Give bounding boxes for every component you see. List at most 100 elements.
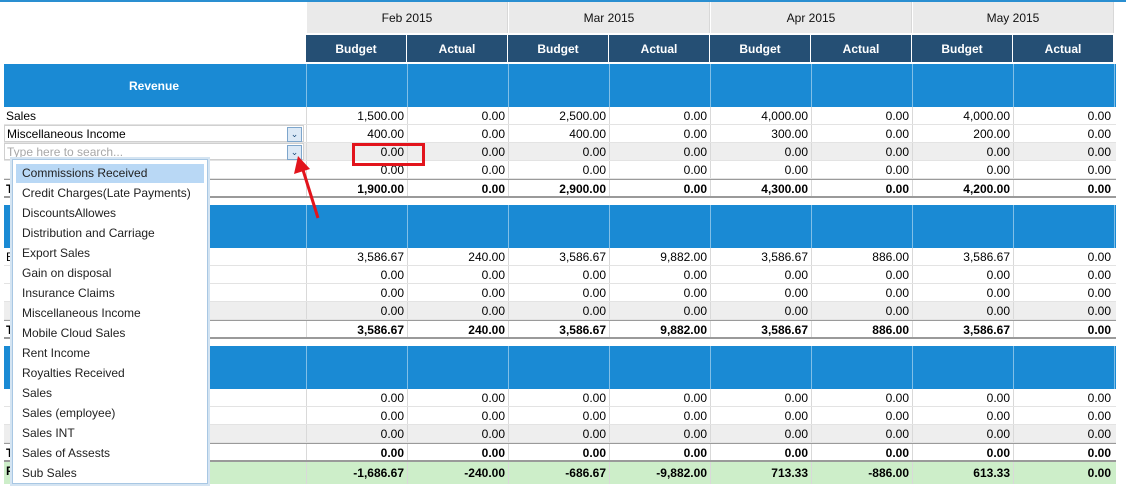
amount-cell[interactable]: 0.00 — [609, 407, 710, 424]
amount-cell[interactable]: 0.00 — [710, 407, 811, 424]
amount-cell[interactable]: 3,586.67 — [306, 248, 407, 265]
amount-cell[interactable]: 0.00 — [1013, 462, 1114, 484]
amount-cell[interactable]: 0.00 — [407, 125, 508, 142]
budget-column-header[interactable]: Budget — [912, 35, 1013, 62]
amount-cell[interactable]: 0.00 — [811, 407, 912, 424]
amount-cell[interactable]: 0.00 — [1013, 161, 1114, 178]
amount-cell[interactable]: 0.00 — [811, 143, 912, 160]
amount-cell[interactable]: 3,586.67 — [710, 248, 811, 265]
amount-cell[interactable]: 9,882.00 — [609, 248, 710, 265]
amount-cell[interactable]: 0.00 — [1013, 284, 1114, 301]
amount-cell[interactable]: 0.00 — [407, 425, 508, 442]
amount-cell[interactable]: 0.00 — [508, 143, 609, 160]
amount-cell[interactable]: 0.00 — [1013, 266, 1114, 283]
amount-cell[interactable]: 713.33 — [710, 462, 811, 484]
amount-cell[interactable]: 0.00 — [609, 444, 710, 460]
amount-cell[interactable]: 0.00 — [407, 302, 508, 319]
amount-cell[interactable]: 0.00 — [710, 302, 811, 319]
dropdown-option[interactable]: Sales (employee) — [16, 404, 204, 423]
amount-cell[interactable]: 240.00 — [407, 248, 508, 265]
amount-cell[interactable]: 0.00 — [306, 444, 407, 460]
amount-cell[interactable]: 0.00 — [508, 284, 609, 301]
actual-column-header[interactable]: Actual — [407, 35, 508, 62]
amount-cell[interactable]: 0.00 — [912, 143, 1013, 160]
amount-cell[interactable]: 0.00 — [811, 266, 912, 283]
amount-cell[interactable]: 0.00 — [811, 161, 912, 178]
amount-cell[interactable]: 0.00 — [508, 266, 609, 283]
amount-cell[interactable]: 0.00 — [912, 389, 1013, 406]
amount-cell[interactable]: 0.00 — [1013, 143, 1114, 160]
dropdown-option[interactable]: Sales — [16, 384, 204, 403]
amount-cell[interactable]: 0.00 — [407, 284, 508, 301]
amount-cell[interactable]: -240.00 — [407, 462, 508, 484]
budget-column-header[interactable]: Budget — [508, 35, 609, 62]
amount-cell[interactable]: 300.00 — [710, 125, 811, 142]
dropdown-option[interactable]: DiscountsAllowes — [16, 204, 204, 223]
amount-cell[interactable]: 200.00 — [912, 125, 1013, 142]
amount-cell[interactable]: 0.00 — [912, 266, 1013, 283]
amount-cell[interactable]: 0.00 — [407, 180, 508, 196]
amount-cell[interactable]: 0.00 — [912, 302, 1013, 319]
amount-cell[interactable]: 9,882.00 — [609, 321, 710, 337]
amount-cell[interactable]: 1,900.00 — [306, 180, 407, 196]
amount-cell[interactable]: 0.00 — [811, 302, 912, 319]
amount-cell[interactable]: 0.00 — [811, 125, 912, 142]
amount-cell[interactable]: 0.00 — [306, 302, 407, 319]
amount-cell[interactable]: 0.00 — [407, 389, 508, 406]
amount-cell[interactable]: 3,586.67 — [508, 248, 609, 265]
amount-cell[interactable]: 0.00 — [508, 425, 609, 442]
amount-cell[interactable]: 0.00 — [912, 444, 1013, 460]
amount-cell[interactable]: 1,500.00 — [306, 107, 407, 124]
amount-cell[interactable]: 613.33 — [912, 462, 1013, 484]
dropdown-option[interactable]: Sub Sales — [16, 464, 204, 483]
amount-cell[interactable]: 0.00 — [710, 266, 811, 283]
amount-cell[interactable]: -1,686.67 — [306, 462, 407, 484]
amount-cell[interactable]: 0.00 — [710, 425, 811, 442]
amount-cell[interactable]: 3,586.67 — [710, 321, 811, 337]
amount-cell[interactable]: -886.00 — [811, 462, 912, 484]
actual-column-header[interactable]: Actual — [811, 35, 912, 62]
amount-cell[interactable]: 4,300.00 — [710, 180, 811, 196]
amount-cell[interactable]: 0.00 — [1013, 125, 1114, 142]
amount-cell[interactable]: 0.00 — [811, 425, 912, 442]
amount-cell[interactable]: 2,500.00 — [508, 107, 609, 124]
amount-cell[interactable]: 0.00 — [609, 143, 710, 160]
amount-cell[interactable]: 886.00 — [811, 248, 912, 265]
amount-cell[interactable]: 0.00 — [912, 284, 1013, 301]
amount-cell[interactable]: 2,900.00 — [508, 180, 609, 196]
amount-cell[interactable]: 0.00 — [306, 425, 407, 442]
amount-cell[interactable]: 0.00 — [1013, 425, 1114, 442]
amount-cell[interactable]: 400.00 — [508, 125, 609, 142]
amount-cell[interactable]: 0.00 — [811, 284, 912, 301]
amount-cell[interactable]: 0.00 — [306, 407, 407, 424]
amount-cell[interactable]: 0.00 — [1013, 321, 1114, 337]
dropdown-option[interactable]: Mobile Cloud Sales — [16, 324, 204, 343]
amount-cell[interactable]: 0.00 — [306, 266, 407, 283]
amount-cell[interactable]: 0.00 — [710, 161, 811, 178]
amount-cell[interactable]: 0.00 — [609, 266, 710, 283]
dropdown-option[interactable]: Export Sales — [16, 244, 204, 263]
amount-cell[interactable]: 0.00 — [306, 389, 407, 406]
dropdown-option[interactable]: Gain on disposal — [16, 264, 204, 283]
amount-cell[interactable]: 0.00 — [1013, 180, 1114, 196]
amount-cell[interactable]: 0.00 — [710, 284, 811, 301]
amount-cell[interactable]: 0.00 — [912, 407, 1013, 424]
actual-column-header[interactable]: Actual — [1013, 35, 1114, 62]
dropdown-option[interactable]: Sales INT — [16, 424, 204, 443]
amount-cell[interactable]: 0.00 — [609, 284, 710, 301]
amount-cell[interactable]: 0.00 — [407, 266, 508, 283]
budget-column-header[interactable]: Budget — [306, 35, 407, 62]
amount-cell[interactable]: 0.00 — [912, 425, 1013, 442]
amount-cell[interactable]: 0.00 — [912, 161, 1013, 178]
amount-cell[interactable]: 0.00 — [1013, 407, 1114, 424]
amount-cell[interactable]: 3,586.67 — [912, 248, 1013, 265]
amount-cell[interactable]: 4,000.00 — [912, 107, 1013, 124]
amount-cell[interactable]: 0.00 — [609, 180, 710, 196]
amount-cell[interactable]: 0.00 — [609, 389, 710, 406]
amount-cell[interactable]: 0.00 — [508, 444, 609, 460]
dropdown-option[interactable]: Distribution and Carriage — [16, 224, 204, 243]
dropdown-option[interactable]: Rent Income — [16, 344, 204, 363]
amount-cell[interactable]: 0.00 — [811, 444, 912, 460]
amount-cell[interactable]: 3,586.67 — [508, 321, 609, 337]
chevron-down-icon[interactable]: ⌄ — [287, 145, 302, 160]
